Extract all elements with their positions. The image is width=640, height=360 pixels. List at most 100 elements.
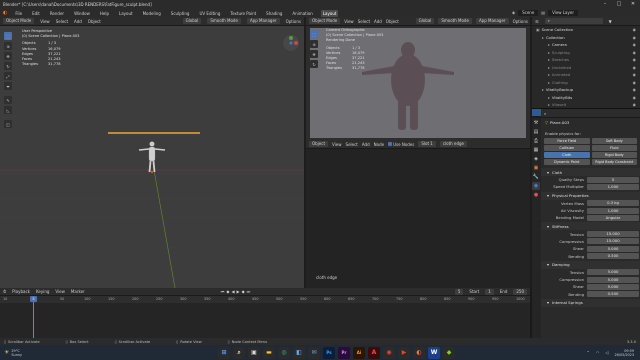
camera-view-options-dropdown[interactable]: Options xyxy=(513,19,528,24)
outliner-item[interactable]: ▸ VitalityBackup ◉ xyxy=(532,86,640,94)
view-layer-field[interactable]: View Layer xyxy=(548,10,578,16)
properties-search-icon[interactable]: ⌕ xyxy=(544,111,546,116)
camera-cursor-tool-icon[interactable]: ⊕ xyxy=(310,40,318,48)
header-menu-item[interactable]: Keying xyxy=(36,289,49,294)
physics-button[interactable]: Rigid Body Constraint xyxy=(591,159,637,165)
menu-tab[interactable]: Help xyxy=(98,10,111,17)
physics-button[interactable]: Dynamic Paint xyxy=(544,159,590,165)
outliner-filter-icon[interactable]: ▼ xyxy=(609,19,612,24)
property-value-field[interactable]: 0.3 kg xyxy=(587,200,639,207)
outliner-item[interactable]: ▸ Camera ◉ xyxy=(532,41,640,49)
outliner-item[interactable]: ▸ Collection ◉ xyxy=(532,34,640,42)
physics-button[interactable]: Fluid xyxy=(591,145,637,151)
navigation-gizmo[interactable] xyxy=(282,34,300,53)
playhead-line[interactable] xyxy=(33,296,34,338)
header-menu-item[interactable]: Playback xyxy=(12,289,30,294)
blender-icon[interactable]: ◐ xyxy=(413,346,425,359)
task-view-icon[interactable]: ▣ xyxy=(248,346,260,359)
edge-icon[interactable]: ◎ xyxy=(278,346,290,359)
property-value-field[interactable]: 5.000 xyxy=(587,269,639,276)
object-tab-icon[interactable]: ▣ xyxy=(532,164,540,172)
panel-section-header[interactable]: ▾ Internal Springs xyxy=(541,298,640,307)
outliner-item[interactable]: ▸ Unclothed ◉ xyxy=(532,64,640,72)
current-frame-field[interactable]: 5 xyxy=(454,288,464,295)
panel-section-header[interactable]: ▾ Physical Properties xyxy=(541,191,640,200)
header-menu-item[interactable]: Add xyxy=(74,19,82,24)
property-value-field[interactable]: 5 xyxy=(587,176,639,183)
scene-field[interactable]: Scene xyxy=(518,10,539,16)
property-value-field[interactable]: 5.000 xyxy=(587,276,639,283)
timeline-area[interactable]: 1050501001502002503003504004505005506006… xyxy=(0,296,530,338)
close-icon[interactable]: ✕ xyxy=(626,0,640,9)
timeline-ruler[interactable]: 1050501001502002503003504004505005506006… xyxy=(0,296,530,303)
snap-dropdown[interactable]: Smooth Mode xyxy=(207,18,241,24)
playhead-frame-badge[interactable]: 5 xyxy=(30,296,37,302)
cursor-tool-icon[interactable]: ⊕ xyxy=(4,42,12,50)
physics-tab-icon[interactable]: ◉ xyxy=(532,182,540,190)
camera-view[interactable]: Camera Orthographic (0) Scene Collection… xyxy=(306,26,530,140)
property-value-field[interactable]: 0.500 xyxy=(587,291,639,298)
menu-tab[interactable]: Edit xyxy=(30,10,42,17)
menu-tab[interactable]: UV Editing xyxy=(197,10,222,17)
property-value-field[interactable]: 5.000 xyxy=(587,283,639,290)
menu-tab[interactable]: Layout xyxy=(117,10,135,17)
header-menu-item[interactable]: Select xyxy=(56,19,68,24)
header-menu-item[interactable]: View xyxy=(55,289,65,294)
node-editor-canvas[interactable]: cloth edge xyxy=(306,149,530,288)
volume-icon[interactable]: ◁ xyxy=(605,350,608,355)
property-value-field[interactable]: Angular xyxy=(587,214,639,221)
modifier-tab-icon[interactable]: 🔧 xyxy=(532,173,540,181)
header-menu-item[interactable]: Select xyxy=(358,19,370,24)
use-nodes-checkbox[interactable]: Use Nodes xyxy=(388,142,414,147)
visibility-eye-icon[interactable]: ◉ xyxy=(633,42,636,47)
chrome-icon[interactable]: ◉ xyxy=(383,346,395,359)
header-menu-item[interactable]: View xyxy=(332,142,342,147)
header-menu-item[interactable]: View xyxy=(344,19,354,24)
menu-tab[interactable]: Render xyxy=(48,10,66,17)
play-icon[interactable]: ▶ xyxy=(237,289,240,294)
measure-tool-icon[interactable]: ◺ xyxy=(4,106,12,114)
move-tool-icon[interactable]: ✥ xyxy=(4,52,12,60)
physics-button[interactable]: Soft Body xyxy=(591,138,637,144)
menu-tab[interactable]: Window xyxy=(72,10,92,17)
panel-section-header[interactable]: ▾ Damping xyxy=(541,260,640,269)
header-menu-item[interactable]: Object xyxy=(386,19,399,24)
physics-button[interactable]: Force Field xyxy=(544,138,590,144)
start-frame-field[interactable]: 1 xyxy=(485,288,494,295)
header-menu-item[interactable]: View xyxy=(40,19,50,24)
camera-view-mirror-dropdown[interactable]: App Manager xyxy=(475,18,509,24)
material-name-field[interactable]: cloth edge xyxy=(439,141,467,147)
outliner-item[interactable]: ▸ Clothing ◉ xyxy=(532,79,640,87)
visibility-eye-icon[interactable]: ◉ xyxy=(633,65,636,70)
header-menu-item[interactable]: Marker xyxy=(71,289,85,294)
mail-icon[interactable]: ✉ xyxy=(308,346,320,359)
visibility-eye-icon[interactable]: ◉ xyxy=(633,80,636,85)
end-frame-field[interactable]: 250 xyxy=(513,288,527,295)
property-value-field[interactable]: 1.000 xyxy=(587,207,639,214)
wifi-icon[interactable]: ◠ xyxy=(596,350,600,355)
scene-tab-icon[interactable]: ◈ xyxy=(532,155,540,163)
property-value-field[interactable]: 0.500 xyxy=(587,253,639,260)
options-dropdown[interactable]: Options xyxy=(286,19,301,24)
app-icon[interactable]: ◆ xyxy=(443,346,455,359)
annotate-tool-icon[interactable]: ✎ xyxy=(4,96,12,104)
view-layer-tab-icon[interactable]: ▦ xyxy=(532,146,540,154)
menu-tab[interactable]: Animation xyxy=(290,10,314,17)
visibility-eye-icon[interactable]: ◉ xyxy=(633,57,636,62)
menu-tab[interactable]: Modeling xyxy=(141,10,163,17)
timeline-editor-icon[interactable]: ⏱ xyxy=(3,289,6,294)
material-slot-dropdown[interactable]: Slot 1 xyxy=(418,141,436,147)
camera-move-tool-icon[interactable]: ✥ xyxy=(310,50,318,58)
material-tab-icon[interactable]: ● xyxy=(532,191,540,199)
outliner-item[interactable]: ▸ VitalityBits ◉ xyxy=(532,94,640,102)
visibility-eye-icon[interactable]: ◉ xyxy=(633,72,636,77)
camera-view-snap-dropdown[interactable]: Smooth Mode xyxy=(438,18,472,24)
visibility-eye-icon[interactable]: ◉ xyxy=(633,102,636,107)
start-icon[interactable]: ⊞ xyxy=(218,346,230,359)
menu-tab[interactable]: Sculpting xyxy=(169,10,192,17)
outliner-search-input[interactable]: ⌕ xyxy=(544,18,603,24)
visibility-eye-icon[interactable]: ◉ xyxy=(633,95,636,100)
clock[interactable]: 09:59 26/05/2023 xyxy=(614,349,634,357)
mirror-dropdown[interactable]: App Manager xyxy=(246,18,280,24)
acrobat-icon[interactable]: A xyxy=(368,346,380,359)
